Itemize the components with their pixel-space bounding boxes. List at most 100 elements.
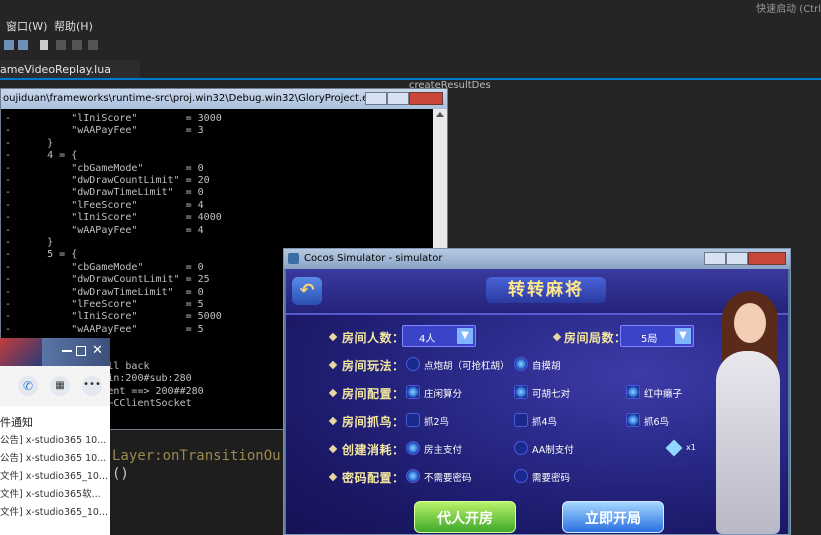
close-icon[interactable]: ✕ — [92, 343, 103, 358]
config-option-label: 可胡七对 — [532, 386, 570, 400]
phone-icon[interactable]: ✆ — [18, 376, 38, 396]
menu-window[interactable]: 窗口(W) — [6, 18, 47, 34]
start-now-button[interactable]: 立即开局 — [562, 501, 664, 533]
people-select-value: 4人 — [419, 330, 435, 345]
bird-checkbox[interactable] — [406, 413, 420, 427]
console-line: - "lIniScore" = 4000 — [5, 212, 222, 224]
notification-list: 件通知 公告] x-studio365 10... 公告] x-studio36… — [0, 406, 110, 535]
row-marker-icon — [329, 473, 337, 481]
toolbar-icon[interactable] — [88, 40, 98, 50]
list-item[interactable]: 公告] x-studio365 10... — [0, 450, 106, 464]
quick-launch[interactable]: 快速启动 (Ctrl — [701, 0, 821, 14]
play-option-radio[interactable] — [406, 357, 420, 371]
rounds-select[interactable]: 5局 ▼ — [620, 325, 694, 347]
simulator-app-icon — [288, 253, 299, 264]
console-title-bar[interactable]: oujiduan\frameworks\runtime-src\proj.win… — [1, 89, 447, 109]
console-line: - "lFeeScore" = 5 — [5, 299, 204, 311]
toolbar-icon[interactable] — [18, 40, 28, 50]
file-tab-label: ameVideoReplay.lua — [0, 63, 111, 76]
config-checkbox[interactable] — [406, 385, 420, 399]
play-option-radio[interactable] — [514, 357, 528, 371]
close-button[interactable] — [748, 252, 786, 265]
label-room-rounds: 房间局数： — [564, 329, 627, 346]
proxy-open-room-button[interactable]: 代人开房 — [414, 501, 516, 533]
config-option-label: 庄闲算分 — [424, 386, 462, 400]
cost-option-label: AA制支付 — [532, 442, 574, 456]
start-now-label: 立即开局 — [563, 508, 663, 528]
bird-checkbox[interactable] — [626, 413, 640, 427]
game-screen: ↶ 转转麻将 房间人数： 4人 ▼ 房间局数： 5局 ▼ 房间玩法： 点炮胡（可… — [286, 269, 788, 534]
label-room-birds: 房间抓鸟： — [342, 413, 405, 430]
play-option-label: 点炮胡（可抢杠胡） — [424, 358, 510, 372]
console-line: - "wAAPayFee" = 3 — [5, 125, 204, 137]
chat-header: ✕ — [0, 338, 110, 366]
label-password-config: 密码配置： — [342, 469, 405, 486]
console-line: - "dwDrawTimeLimit" = 0 — [5, 187, 204, 199]
password-option-label: 不需要密码 — [424, 470, 472, 484]
minimize-button[interactable] — [365, 92, 387, 105]
menu-help[interactable]: 帮助(H) — [54, 18, 93, 34]
bird-option-label: 抓4鸟 — [532, 414, 557, 428]
toolbar-icon[interactable] — [4, 40, 14, 50]
toolbar-icon[interactable] — [56, 40, 66, 50]
bird-checkbox[interactable] — [514, 413, 528, 427]
console-line: - "cbGameMode" = 0 — [5, 163, 204, 175]
simulator-title: Cocos Simulator - simulator — [304, 253, 442, 264]
console-line: - "wAAPayFee" = 5 — [5, 324, 204, 336]
console-line: - "dwDrawCountLimit" = 25 — [5, 274, 210, 286]
diamond-icon — [666, 440, 683, 457]
console-line: - 5 = { — [5, 249, 77, 261]
list-item[interactable]: 文件] x-studio365_10... — [0, 468, 108, 482]
file-tab[interactable]: ameVideoReplay.lua — [0, 60, 140, 80]
close-button[interactable] — [409, 92, 443, 105]
chevron-down-icon[interactable]: ▼ — [675, 328, 691, 344]
console-line: - 4 = { — [5, 150, 77, 162]
minimize-button[interactable] — [704, 252, 726, 265]
console-line: - } — [5, 138, 53, 150]
config-checkbox[interactable] — [514, 385, 528, 399]
scroll-up-arrow-icon[interactable] — [436, 112, 444, 117]
character-face — [734, 303, 766, 343]
list-item[interactable]: 公告] x-studio365 10... — [0, 432, 106, 446]
back-button[interactable]: ↶ — [292, 277, 322, 305]
list-item[interactable]: 文件] x-studio365软... — [0, 486, 101, 500]
cost-option-label: 房主支付 — [424, 442, 462, 456]
rounds-select-value: 5局 — [641, 330, 657, 345]
chat-panel[interactable]: ✕ ✆ ▦ ••• 件通知 公告] x-studio365 10... 公告] … — [0, 338, 110, 535]
avatar — [0, 338, 42, 366]
cost-option-radio[interactable] — [406, 441, 420, 455]
play-option-label: 自摸胡 — [532, 358, 561, 372]
chat-actions: ✆ ▦ ••• — [0, 366, 110, 406]
maximize-icon[interactable] — [76, 346, 86, 356]
notification-heading: 件通知 — [0, 414, 33, 430]
code-line: () — [112, 466, 129, 482]
cost-option-radio[interactable] — [514, 441, 528, 455]
more-icon[interactable]: ••• — [82, 376, 102, 396]
console-line: - "wAAPayFee" = 4 — [5, 225, 204, 237]
label-play-mode: 房间玩法： — [342, 357, 405, 374]
password-option-radio[interactable] — [406, 469, 420, 483]
config-checkbox[interactable] — [626, 385, 640, 399]
chevron-down-icon[interactable]: ▼ — [457, 328, 473, 344]
console-line: - "lIniScore" = 3000 — [5, 113, 222, 125]
password-option-label: 需要密码 — [532, 470, 570, 484]
label-create-cost: 创建消耗： — [342, 441, 405, 458]
maximize-button[interactable] — [387, 92, 409, 105]
row-marker-icon — [329, 417, 337, 425]
minimize-icon[interactable] — [62, 350, 72, 352]
calendar-icon[interactable]: ▦ — [50, 376, 70, 396]
cocos-simulator-window[interactable]: Cocos Simulator - simulator ↶ 转转麻将 房间人数：… — [283, 248, 791, 535]
console-line: - } — [5, 237, 53, 249]
toolbar-icon[interactable] — [72, 40, 82, 50]
label-room-config: 房间配置： — [342, 385, 405, 402]
people-select[interactable]: 4人 ▼ — [402, 325, 476, 347]
maximize-button[interactable] — [726, 252, 748, 265]
row-marker-icon — [553, 333, 561, 341]
row-marker-icon — [329, 361, 337, 369]
label-room-people: 房间人数： — [342, 329, 405, 346]
password-option-radio[interactable] — [514, 469, 528, 483]
row-marker-icon — [329, 389, 337, 397]
list-item[interactable]: 文件] x-studio365_10... — [0, 504, 108, 518]
bookmark-icon[interactable] — [40, 40, 48, 50]
simulator-title-bar[interactable]: Cocos Simulator - simulator — [284, 249, 790, 269]
